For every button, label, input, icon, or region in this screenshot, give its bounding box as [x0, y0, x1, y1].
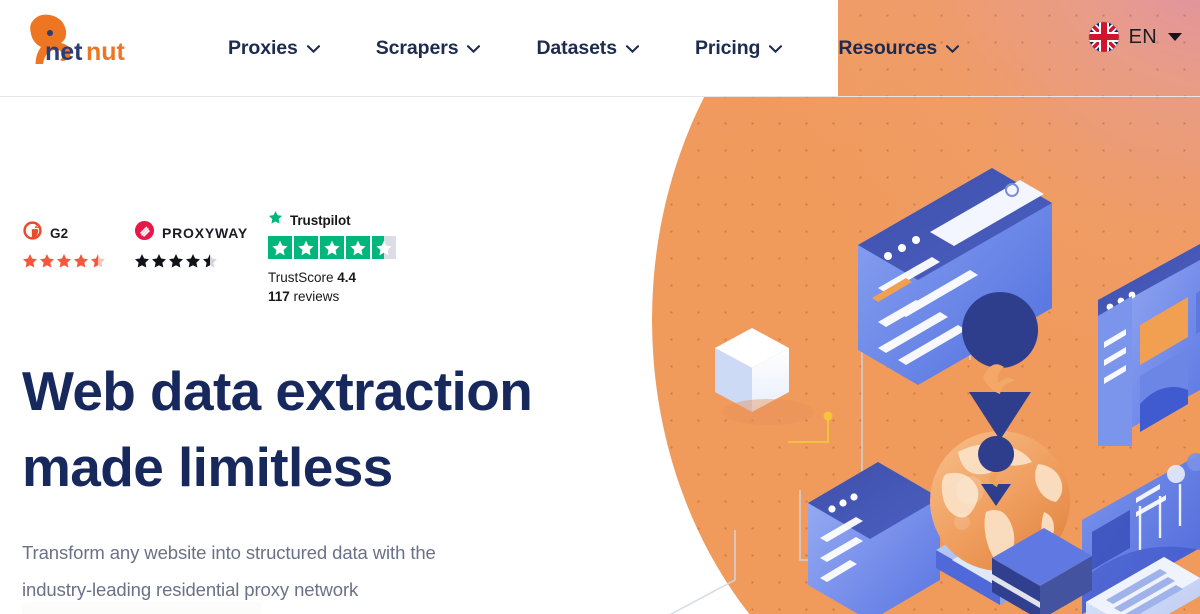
subtitle-line-1: Transform any website into structured da…: [22, 541, 436, 563]
uk-flag-icon: [1088, 22, 1119, 52]
nav-item-datasets[interactable]: Datasets: [536, 37, 639, 60]
nav-label-proxies: Proxies: [228, 36, 298, 59]
trustpilot-star-half: [372, 236, 396, 259]
chevron-down-icon: [306, 45, 320, 53]
title-line-1: Web data extraction: [22, 360, 533, 422]
trustpilot-star-icon: [268, 210, 283, 230]
chevron-down-icon: [769, 45, 783, 53]
hero-content: 2 G2 PROXYWAY Trustpilot TrustScore 4.4 …: [22, 210, 622, 614]
chevron-down-icon: [625, 45, 639, 53]
page-subtitle: Transform any website into structured da…: [22, 534, 542, 608]
g2-label: G2: [50, 225, 69, 241]
nav-item-resources[interactable]: Resources: [838, 36, 960, 60]
nav-label-resources: Resources: [838, 36, 938, 59]
proxyway-stars: [134, 253, 268, 269]
g2-header: 2 G2: [22, 220, 134, 246]
badge-trustpilot[interactable]: Trustpilot TrustScore 4.4 117 reviews: [268, 210, 398, 306]
main-navigation: Proxies Scrapers Datasets Pricing Resour…: [228, 0, 960, 96]
language-switcher[interactable]: EN: [1088, 22, 1182, 52]
page-title: Web data extraction made limitless: [22, 354, 622, 506]
g2-stars: [22, 253, 134, 269]
proxyway-header: PROXYWAY: [134, 220, 268, 246]
language-label: EN: [1128, 25, 1157, 48]
chevron-down-icon: [946, 45, 960, 53]
review-badges: 2 G2 PROXYWAY Trustpilot TrustScore 4.4 …: [22, 210, 622, 304]
trustscore-label: TrustScore: [268, 270, 334, 285]
trustpilot-score: TrustScore 4.4: [268, 268, 398, 287]
reviews-label: reviews: [293, 289, 340, 305]
badge-proxyway[interactable]: PROXYWAY: [134, 210, 268, 269]
trustpilot-star-filled: [320, 236, 344, 259]
badge-g2[interactable]: 2 G2: [22, 210, 134, 269]
svg-text:2: 2: [35, 221, 39, 230]
trustpilot-label: Trustpilot: [290, 212, 351, 228]
nav-item-scrapers[interactable]: Scrapers: [376, 37, 481, 60]
g2-logo-icon: 2: [22, 220, 43, 246]
svg-text:nut: nut: [86, 38, 126, 64]
chevron-down-icon: [467, 45, 481, 53]
trustpilot-reviews: 117 reviews: [268, 287, 398, 306]
netnut-logo[interactable]: net nut: [20, 12, 140, 70]
proxyway-logo-icon: [134, 220, 155, 246]
nav-item-proxies[interactable]: Proxies: [228, 37, 320, 60]
caret-down-icon: [1168, 33, 1182, 41]
trustscore-value: 4.4: [337, 270, 357, 285]
reviews-count: 117: [268, 289, 290, 305]
hero-cta-partial[interactable]: [22, 602, 262, 614]
nav-label-datasets: Datasets: [536, 36, 617, 59]
trustpilot-header: Trustpilot: [268, 210, 398, 230]
trustpilot-stars: [268, 236, 398, 259]
trustpilot-star-filled: [294, 236, 318, 259]
nav-label-scrapers: Scrapers: [375, 36, 459, 59]
site-header: net nut Proxies Scrapers Datasets Pricin…: [0, 0, 1200, 97]
svg-text:net: net: [45, 38, 83, 64]
trustpilot-star-filled: [268, 236, 292, 259]
proxyway-label: PROXYWAY: [162, 225, 249, 241]
trustpilot-star-filled: [346, 236, 370, 259]
nav-item-pricing[interactable]: Pricing: [694, 36, 783, 60]
nav-label-pricing: Pricing: [694, 36, 761, 59]
title-line-2: made limitless: [22, 435, 393, 498]
